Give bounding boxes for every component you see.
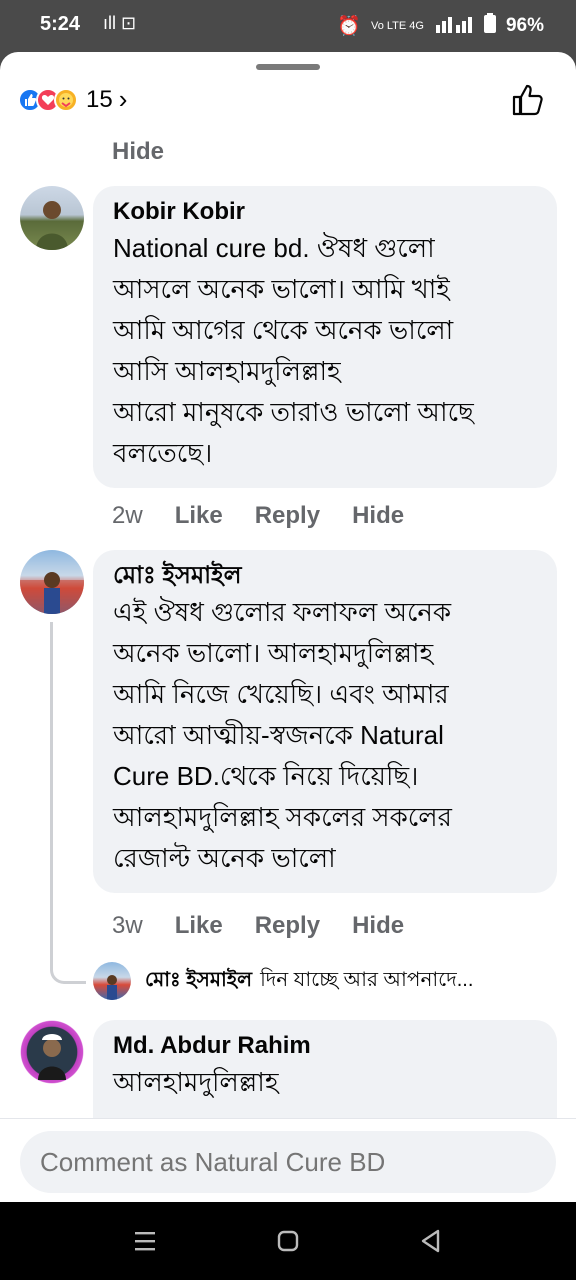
status-bar: 5:24 ıll ⊡ ⏰ Vo LTE 4G 96% — [0, 0, 576, 52]
like-button[interactable]: Like — [175, 912, 223, 940]
comment-text: এই ঔষধ গুলোর ফলাফল অনেক অনেক ভালো। আলহাম… — [113, 597, 452, 873]
menu-lines-icon — [135, 1232, 155, 1251]
thumbs-up-icon — [512, 84, 543, 116]
comment-actions: 2w Like Reply Hide — [112, 502, 404, 530]
reply-snippet: দিন যাচ্ছে আর আপনাদে... — [260, 968, 474, 991]
status-left-icons: ıll ⊡ — [103, 13, 137, 33]
reactions-summary[interactable]: 15 › — [18, 84, 127, 115]
comment-input[interactable] — [20, 1131, 556, 1193]
comment-text: আলহামদুলিল্লাহ — [113, 1067, 279, 1097]
like-button[interactable]: Like — [175, 502, 223, 530]
comment-age: 2w — [112, 502, 143, 529]
comment-author[interactable]: মোঃ ইসমাইল — [113, 562, 537, 590]
comments-sheet: 15 › Hide Kobir Kobir National cure bd. … — [0, 52, 576, 1202]
alarm-icon: ⏰ — [337, 16, 361, 37]
avatar[interactable] — [20, 186, 84, 250]
avatar-ismail — [20, 572, 84, 614]
hide-button[interactable]: Hide — [352, 912, 404, 940]
signal-icon — [434, 13, 474, 39]
comment-actions: 3w Like Reply Hide — [112, 912, 404, 940]
comment-author[interactable]: Md. Abdur Rahim — [113, 1032, 537, 1060]
avatar[interactable] — [93, 962, 131, 1000]
care-reaction-icon — [54, 87, 78, 112]
home-button[interactable] — [275, 1228, 301, 1254]
comment-bubble[interactable]: Kobir Kobir National cure bd. ঔষধ গুলো আ… — [93, 186, 557, 488]
avatar[interactable] — [20, 1020, 84, 1084]
reaction-count: 15 — [86, 85, 113, 113]
hide-button[interactable]: Hide — [352, 502, 404, 530]
chevron-right-icon: › — [118, 84, 128, 114]
avatar[interactable] — [20, 550, 84, 614]
comment-age: 3w — [112, 912, 143, 939]
battery-percent: 96% — [505, 15, 544, 36]
recents-button[interactable] — [132, 1228, 158, 1254]
reply-preview[interactable]: মোঃ ইসমাইল দিন যাচ্ছে আর আপনাদে... — [93, 962, 473, 1000]
back-triangle-icon — [421, 1229, 440, 1253]
avatar-abdur-rahim — [38, 1034, 66, 1080]
drag-handle[interactable] — [256, 64, 320, 70]
reply-author[interactable]: মোঃ ইসমাইল — [145, 965, 252, 998]
status-time: 5:24 — [40, 13, 81, 35]
comment-composer — [0, 1118, 576, 1202]
avatar-ismail-small — [107, 975, 117, 1000]
comment-bubble[interactable]: মোঃ ইসমাইল এই ঔষধ গুলোর ফলাফল অনেক অনেক … — [93, 550, 557, 893]
network-label: Vo LTE 4G — [370, 20, 424, 32]
status-right-group: ⏰ Vo LTE 4G 96% — [337, 13, 544, 39]
comment-author[interactable]: Kobir Kobir — [113, 198, 537, 226]
avatar-kobir — [36, 201, 68, 250]
comment-text: National cure bd. ঔষধ গুলো আসলে অনেক ভাল… — [113, 233, 474, 468]
battery-icon — [483, 13, 496, 39]
back-button[interactable] — [418, 1228, 444, 1254]
hide-button-top[interactable]: Hide — [112, 138, 164, 166]
reply-button[interactable]: Reply — [255, 912, 320, 940]
system-nav-bar — [0, 1202, 576, 1280]
reply-thread-line — [50, 622, 86, 984]
reply-button[interactable]: Reply — [255, 502, 320, 530]
like-post-button[interactable] — [510, 82, 546, 118]
home-square-icon — [277, 1230, 299, 1252]
